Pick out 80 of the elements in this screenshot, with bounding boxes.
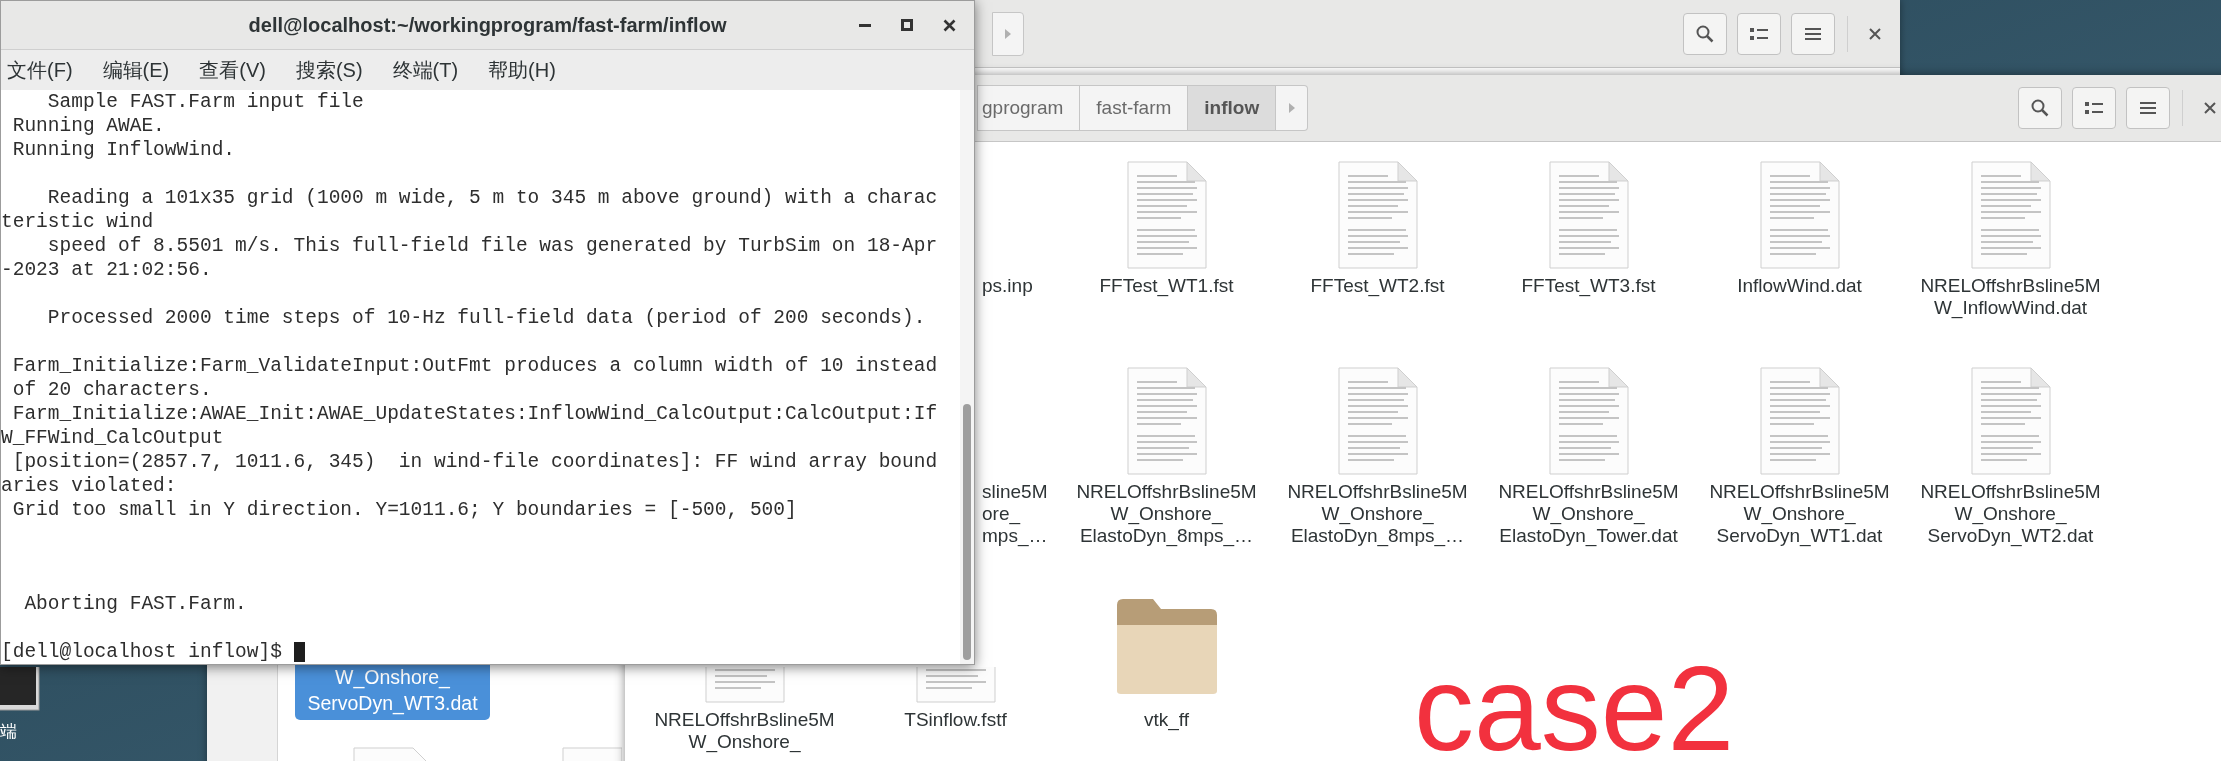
file-label[interactable]: FFTest_WT2.fst (1302, 275, 1453, 297)
menu-item[interactable]: 编辑(E) (96, 52, 178, 88)
file-label[interactable]: ps.inp (982, 275, 1041, 297)
scrollbar-thumb[interactable] (963, 404, 971, 660)
annotation-text: case2 (1414, 648, 1735, 761)
menu-item[interactable]: 查看(V) (193, 52, 274, 88)
terminal-line: Farm_Initialize:AWAE_Init:AWAE_UpdateStates:InflowWind_CalcOutput:CalcOutput:If (11, 402, 939, 426)
screen-icon[interactable] (0, 667, 40, 711)
menu-button[interactable] (2126, 87, 2170, 129)
desktop-icon-label[interactable]: 端 (0, 720, 17, 743)
document-icon[interactable] (1970, 367, 2051, 475)
breadcrumb[interactable]: inflow (1188, 85, 1277, 131)
document-icon[interactable] (1126, 367, 1207, 475)
list-view-icon (1750, 26, 1768, 41)
file-label[interactable]: NRELOffshrBsline5M W_Onshore_ ServoDyn_WT1.dat (1701, 481, 1898, 547)
menu-icon (1805, 26, 1821, 41)
file-label[interactable]: NRELOffshrBsline5M W_Onshore_ ServoDyn_WT2.dat (1912, 481, 2109, 547)
list-view-icon (2085, 101, 2103, 115)
terminal-line: W_FFWind_CalcOutput (1, 426, 225, 450)
file-label[interactable]: sline5M ore_ mps_… (982, 481, 1056, 547)
terminal-line: Grid too small in Y direction. Y=1011.6; Y boundaries = [-500, 500] (11, 498, 798, 522)
view-toggle-button[interactable] (1737, 12, 1781, 55)
file-label[interactable]: FFTest_WT3.fst (1513, 275, 1664, 297)
terminal-line: Processed 2000 time steps of 10-Hz full-field data (period of 200 seconds). (46, 306, 927, 330)
close-icon (942, 18, 956, 32)
file-label[interactable]: TSinflow.fstf (896, 709, 1015, 731)
terminal-line: Aborting FAST.Farm. (23, 592, 248, 616)
file-label[interactable]: vtk_ff (1135, 709, 1198, 731)
view-toggle-button[interactable] (2072, 87, 2116, 129)
document-icon[interactable] (1759, 367, 1840, 475)
search-button[interactable] (2018, 87, 2062, 129)
chevron-right-icon (1287, 102, 1296, 114)
shell-prompt: [dell@localhost inflow]$ (1, 640, 283, 664)
file-label[interactable]: NRELOffshrBsline5M W_Onshore_ ElastoDyn_8mps_… (1068, 481, 1265, 547)
breadcrumb[interactable]: fast-farm (1080, 85, 1189, 131)
menu-icon (2140, 101, 2156, 115)
terminal-line: -2023 at 21:02:56. (1, 258, 213, 282)
file-label[interactable]: NRELOffshrBsline5M W_Onshore_ ElastoDyn_Tower.dat (1490, 481, 1687, 547)
menu-item[interactable]: 终端(T) (386, 52, 467, 88)
file-label[interactable]: NRELOffshrBsline5M W_Onshore_ (646, 709, 843, 753)
document-icon[interactable] (1548, 161, 1629, 269)
file-label[interactable]: NRELOffshrBsline5M W_InflowWind.dat (1912, 275, 2109, 319)
close-icon (2204, 102, 2216, 114)
file-label[interactable]: FFTest_WT1.fst (1091, 275, 1242, 297)
minimize-icon (859, 23, 871, 27)
menu-item[interactable]: 搜索(S) (289, 52, 371, 88)
document-icon[interactable] (704, 667, 785, 703)
search-icon (2031, 99, 2049, 117)
file-label[interactable]: NRELOffshrBsline5M W_Onshore_ ElastoDyn_8mps_… (1279, 481, 1476, 547)
document-icon[interactable] (1759, 161, 1840, 269)
document-icon[interactable] (915, 667, 996, 703)
terminal-line: speed of 8.5501 m/s. This full-field file was generated by TurbSim on 18-Apr (46, 234, 939, 258)
breadcrumb[interactable]: gprogram (977, 85, 1081, 131)
chevron-right-icon (1004, 27, 1012, 40)
text-cursor (293, 642, 305, 662)
window-title: dell@localhost:~/workingprogram/fast-farm/inflow (247, 13, 728, 37)
menu-item[interactable]: 文件(F) (1, 52, 81, 88)
forward-button[interactable] (1276, 85, 1309, 131)
search-icon (1696, 24, 1714, 43)
terminal-line: of 20 characters. (11, 378, 213, 402)
file-label[interactable]: InflowWind.dat (1729, 275, 1870, 297)
close-icon (1869, 27, 1881, 40)
terminal-line: Farm_Initialize:Farm_ValidateInput:OutFmt produces a column width of 10 instead (11, 354, 939, 378)
terminal-line: teristic wind (1, 210, 155, 234)
document-icon[interactable] (1337, 161, 1418, 269)
terminal-line: aries violated: (1, 474, 178, 498)
menu-button[interactable] (1791, 12, 1835, 55)
document-icon[interactable] (1970, 161, 2051, 269)
document-icon[interactable] (1337, 367, 1418, 475)
document-icon[interactable] (1548, 367, 1629, 475)
search-button[interactable] (1683, 12, 1727, 55)
forward-button[interactable] (992, 11, 1024, 56)
menu-item[interactable]: 帮助(H) (482, 52, 564, 88)
document-icon[interactable] (1126, 161, 1207, 269)
maximize-icon (901, 19, 913, 31)
terminal-line: Sample FAST.Farm input file (46, 90, 365, 114)
terminal-line: Reading a 101x35 grid (1000 m wide, 5 m to 345 m above ground) with a charac (46, 186, 939, 210)
terminal-line: Running InflowWind. (11, 138, 237, 162)
terminal-line: [position=(2857.7, 1011.6, 345) in wind-file coordinates]: FF wind array bound (11, 450, 939, 474)
terminal-line: Running AWAE. (11, 114, 166, 138)
